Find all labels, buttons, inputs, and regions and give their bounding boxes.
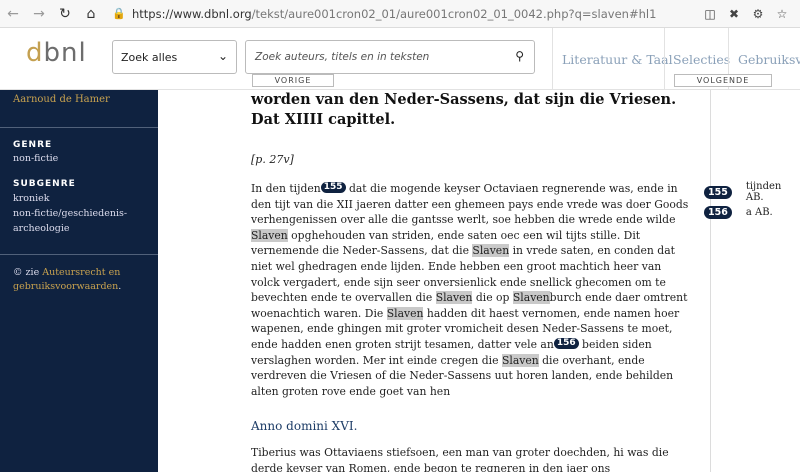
text-run: In den tijden	[251, 182, 321, 195]
search-highlight: Slaven	[435, 291, 473, 305]
favorites-icon[interactable]: ☆	[770, 7, 794, 21]
footnote-text: tijnden AB.	[745, 181, 782, 203]
home-icon[interactable]: ⌂	[78, 1, 104, 27]
footnote-marker[interactable]: 156	[553, 337, 579, 349]
search-input[interactable]: Zoek auteurs, titels en in teksten ⚲	[245, 40, 535, 74]
site-header: ddbnlbnl Zoek alles ⌄ Zoek auteurs, tite…	[0, 28, 800, 90]
nav-gebruiksvoorwaarden[interactable]: Gebruiksvo	[738, 52, 800, 67]
chapter-paragraph: In den tijden 155 dat die mogende keyser …	[251, 181, 691, 399]
footnote-marker[interactable]: 155	[320, 182, 346, 193]
address-bar[interactable]: 🔒 https://www.dbnl.org/tekst/aure001cron…	[112, 3, 698, 25]
reader-view-icon[interactable]: ◫	[698, 7, 722, 21]
nav-divider	[552, 28, 553, 90]
browser-toolbar: ← → ↻ ⌂ 🔒 https://www.dbnl.org/tekst/aur…	[0, 0, 800, 28]
search-scope-value: Zoek alles	[121, 50, 178, 64]
reload-icon[interactable]: ↻	[52, 1, 78, 27]
subgenre-non-fictie[interactable]: non-fictie/geschiedenis-	[13, 207, 127, 221]
forward-arrow-icon[interactable]: →	[26, 1, 52, 27]
search-scope-select[interactable]: Zoek alles ⌄	[112, 40, 237, 74]
sidebar-divider	[0, 127, 158, 128]
search-highlight: Slaven	[472, 244, 510, 258]
genre-value[interactable]: non-fictie	[13, 152, 58, 166]
url-domain: https://www.dbnl.org	[132, 6, 252, 21]
copyright-prefix: © zie	[13, 267, 43, 278]
url-path: /tekst/aure001cron02_01/aure001cron02_01…	[251, 6, 657, 21]
translate-icon[interactable]: ✖	[722, 7, 746, 21]
lock-icon: 🔒	[112, 7, 126, 20]
subgenre-heading: SUBGENRE	[13, 179, 76, 189]
chapter-title-line-1: worden van den Neder-Sassens, dat sijn d…	[251, 91, 677, 108]
search-highlight: Slaven	[386, 306, 424, 320]
copyright-link-1[interactable]: Auteursrecht en	[42, 267, 120, 278]
url-text: https://www.dbnl.org/tekst/aure001cron02…	[132, 7, 656, 21]
main-content: worden van den Neder-Sassens, dat sijn d…	[158, 90, 710, 472]
prev-button[interactable]: VORIGE	[252, 74, 334, 87]
search-placeholder: Zoek auteurs, titels en in teksten	[255, 51, 430, 63]
extensions-icon[interactable]: ⚙	[746, 7, 770, 21]
back-arrow-icon[interactable]: ←	[0, 1, 26, 27]
nav-literatuur-taal[interactable]: Literatuur & Taal	[562, 52, 673, 67]
text-run: die op	[472, 291, 513, 305]
search-icon[interactable]: ⚲	[515, 49, 524, 63]
chapter-paragraph-2: Tiberius was Ottaviaens stiefsoen, een m…	[251, 446, 669, 472]
next-button[interactable]: VOLGENDE	[674, 74, 772, 87]
footnote-text: a AB.	[745, 207, 773, 218]
footnote-155: 155 tijnden AB.	[704, 181, 800, 203]
dbnl-logo[interactable]: ddbnlbnl	[26, 38, 87, 68]
subgenre-archeologie[interactable]: archeologie	[13, 222, 70, 236]
sidebar-divider	[0, 254, 158, 255]
chapter-title-line-2: Dat XIIII capittel.	[251, 111, 396, 128]
nav-selecties[interactable]: Selecties	[673, 52, 730, 67]
page-reference: [p. 27v]	[251, 153, 294, 166]
copyright-link-2[interactable]: gebruiksvoorwaarden	[13, 281, 118, 292]
author-link[interactable]: Aarnoud de Hamer	[13, 94, 110, 105]
sidebar: Aarnoud de Hamer GENRE non-fictie SUBGEN…	[0, 90, 158, 472]
search-highlight: Slaven	[501, 353, 539, 367]
section-heading: Anno domini XVI.	[251, 419, 358, 433]
chapter-title: worden van den Neder-Sassens, dat sijn d…	[251, 90, 676, 130]
footnote-number[interactable]: 155	[704, 185, 732, 199]
subgenre-kroniek[interactable]: kroniek	[13, 192, 50, 206]
genre-heading: GENRE	[13, 140, 53, 150]
chevron-down-icon: ⌄	[217, 49, 228, 63]
footnote-divider	[710, 90, 711, 472]
footnote-156: 156 a AB.	[704, 206, 773, 219]
copyright-suffix: .	[118, 281, 122, 292]
footnote-number[interactable]: 156	[704, 206, 732, 219]
search-highlight: Slaven	[512, 291, 550, 305]
nav-divider	[664, 28, 665, 90]
search-highlight: Slaven	[251, 228, 288, 242]
copyright-notice: © zie Auteursrecht en gebruiksvoorwaarden…	[13, 266, 148, 294]
